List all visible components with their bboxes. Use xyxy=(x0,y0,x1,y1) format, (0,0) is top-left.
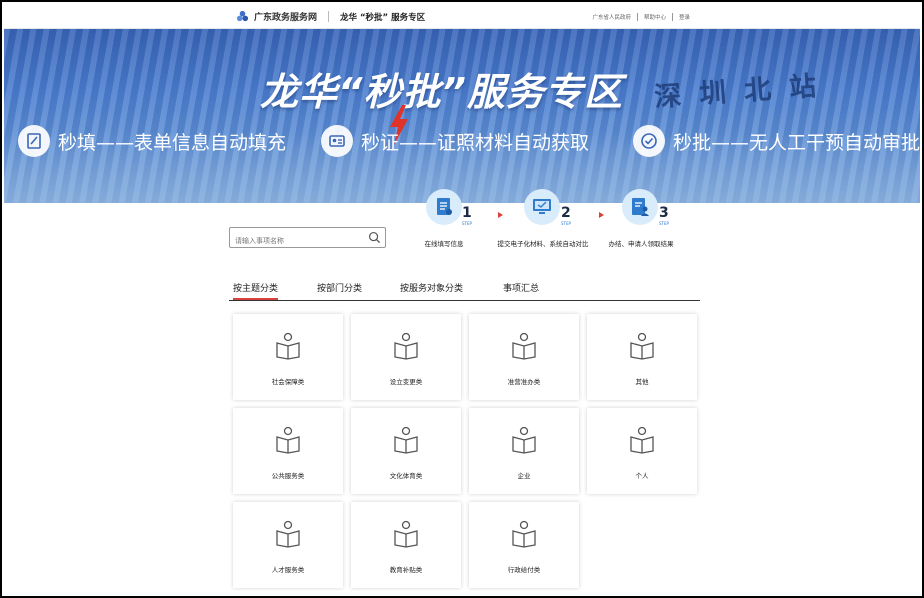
tab-by-department[interactable]: 按部门分类 xyxy=(317,281,362,300)
category-label: 设立变更类 xyxy=(389,378,423,386)
banner-title-suffix: ”服务专区 xyxy=(441,70,623,114)
step-2-number: 2 xyxy=(561,205,571,221)
book-reader-icon xyxy=(276,520,300,548)
category-card-social-security[interactable]: 社会保障类 xyxy=(233,314,343,400)
feature-approve-text: 秒批——无人工干预自动审批 xyxy=(673,131,920,154)
book-reader-icon xyxy=(394,332,418,360)
step-1-tag: STEP xyxy=(462,221,472,226)
category-card-registration[interactable]: 设立变更类 xyxy=(351,314,461,400)
link-divider xyxy=(636,13,638,21)
step-1-number: 1 xyxy=(462,205,472,221)
step-3-tag: STEP xyxy=(659,221,669,226)
book-reader-icon xyxy=(394,520,418,548)
guangdong-logo-icon xyxy=(236,10,249,22)
category-label: 教育补贴类 xyxy=(389,566,423,574)
result-clipboard-icon xyxy=(622,189,658,225)
site-name: 广东政务服务网 xyxy=(254,13,318,23)
step-arrow-icon xyxy=(498,212,503,218)
category-label: 文化体育类 xyxy=(389,472,423,480)
hero-banner: 深圳北站 龙华“秒批”服务专区 秒填——表单信息自动填充 秒证——证照材料自动获… xyxy=(4,29,920,203)
computer-monitor-icon xyxy=(524,189,560,225)
category-card-public-service[interactable]: 公共服务类 xyxy=(233,408,343,494)
book-reader-icon xyxy=(512,426,536,454)
book-reader-icon xyxy=(630,426,654,454)
category-card-permits[interactable]: 准营准办类 xyxy=(469,314,579,400)
book-reader-icon xyxy=(512,520,536,548)
category-label: 公共服务类 xyxy=(271,472,305,480)
category-label: 社会保障类 xyxy=(271,378,305,386)
search-input[interactable] xyxy=(230,231,360,251)
category-card-other[interactable]: 其他 xyxy=(587,314,697,400)
link-gov[interactable]: 广东省人民政府 xyxy=(592,13,631,21)
search-icon[interactable] xyxy=(368,231,381,244)
category-label: 准营准办类 xyxy=(507,378,541,386)
category-card-culture-sports[interactable]: 文化体育类 xyxy=(351,408,461,494)
category-card-talent[interactable]: 人才服务类 xyxy=(233,502,343,588)
search-box[interactable] xyxy=(229,227,386,251)
step-2-label: 提交电子化材料、系统自动对比 xyxy=(497,240,589,248)
feature-fill-text: 秒填——表单信息自动填充 xyxy=(58,131,287,154)
form-fill-icon xyxy=(18,125,50,157)
category-card-administrative-payment[interactable]: 行政给付类 xyxy=(469,502,579,588)
step-1-label: 在线填写信息 xyxy=(424,240,464,248)
feature-cert-text: 秒证——证照材料自动获取 xyxy=(361,131,590,154)
category-card-individual[interactable]: 个人 xyxy=(587,408,697,494)
feature-approve: 秒批——无人工干预自动审批 xyxy=(633,125,920,157)
form-document-icon xyxy=(426,189,462,225)
step-3-label: 办结、申请人领取结果 xyxy=(608,240,674,248)
id-card-icon xyxy=(321,125,353,157)
category-label: 行政给付类 xyxy=(507,566,541,574)
banner-title: 龙华“秒批”服务专区 xyxy=(260,61,623,116)
feature-fill: 秒填——表单信息自动填充 xyxy=(18,125,286,157)
book-reader-icon xyxy=(276,332,300,360)
step-arrow-icon xyxy=(599,212,604,218)
page-frame: 广东政务服务网 龙华 “秒批” 服务专区 广东省人民政府 帮助中心 登录 深圳北… xyxy=(0,0,924,598)
category-label: 其他 xyxy=(635,378,649,386)
top-links: 广东省人民政府 帮助中心 登录 xyxy=(592,13,690,21)
book-reader-icon xyxy=(630,332,654,360)
brand-divider xyxy=(328,11,330,22)
link-login[interactable]: 登录 xyxy=(679,13,690,21)
category-label: 人才服务类 xyxy=(271,566,305,574)
category-card-education-subsidy[interactable]: 教育补贴类 xyxy=(351,502,461,588)
feature-cert: 秒证——证照材料自动获取 xyxy=(321,125,589,157)
feature-row: 秒填——表单信息自动填充 秒证——证照材料自动获取 秒批——无人工干预自动审批 xyxy=(4,125,920,161)
link-help[interactable]: 帮助中心 xyxy=(644,13,666,21)
brand[interactable]: 广东政务服务网 龙华 “秒批” 服务专区 xyxy=(236,10,425,23)
link-divider xyxy=(671,13,673,21)
zone-name: 龙华 “秒批” 服务专区 xyxy=(340,12,426,23)
top-bar: 广东政务服务网 龙华 “秒批” 服务专区 广东省人民政府 帮助中心 登录 xyxy=(4,4,920,29)
step-3-number: 3 xyxy=(659,205,669,221)
banner-title-prefix: 龙华“ xyxy=(260,70,364,114)
step-2-tag: STEP xyxy=(561,221,571,226)
book-reader-icon xyxy=(394,426,418,454)
book-reader-icon xyxy=(512,332,536,360)
tab-by-audience[interactable]: 按服务对象分类 xyxy=(400,281,463,300)
book-reader-icon xyxy=(276,426,300,454)
tab-by-topic[interactable]: 按主题分类 xyxy=(233,281,279,300)
category-tabs: 按主题分类 按部门分类 按服务对象分类 事项汇总 xyxy=(229,277,700,301)
category-label: 企业 xyxy=(517,472,531,480)
tab-all-items[interactable]: 事项汇总 xyxy=(503,281,539,300)
check-circle-icon xyxy=(633,125,665,157)
category-label: 个人 xyxy=(635,472,649,480)
category-card-enterprise[interactable]: 企业 xyxy=(469,408,579,494)
